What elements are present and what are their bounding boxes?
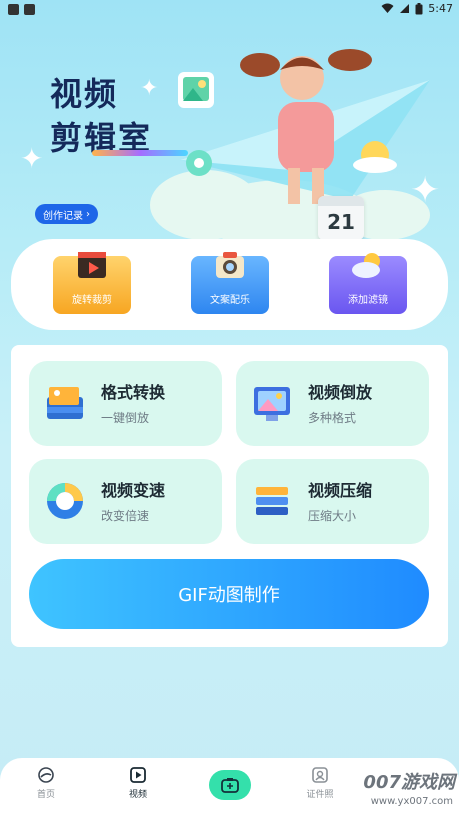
gif-maker-button[interactable]: GIF动图制作 (29, 559, 429, 629)
hero-banner[interactable]: ✦ ✦ ✦ 视频 剪辑室 创作记录 › 21 (0, 20, 459, 240)
watermark-url: www.yx007.com (370, 796, 453, 807)
quick-action-text-music[interactable]: 文案配乐 (191, 252, 269, 314)
home-icon (38, 767, 54, 783)
quick-action-label: 添加滤镜 (348, 295, 388, 306)
quick-action-label: 旋转裁剪 (72, 295, 112, 306)
tab-home[interactable]: 首页 (16, 766, 76, 800)
status-bar: 5:47 (0, 0, 459, 20)
notification-icon (8, 4, 19, 15)
tool-subtitle: 压缩大小 (308, 509, 357, 523)
tool-title: 视频倒放 (308, 383, 373, 402)
signal-icon (400, 4, 410, 13)
tool-video-reverse[interactable]: 视频倒放 多种格式 (236, 361, 429, 446)
tool-subtitle: 改变倍速 (101, 509, 150, 523)
sparkle-icon: ✦ (20, 142, 44, 175)
banner-title-line-1: 视频 (50, 75, 119, 113)
banner-title: 视频 剪辑室 (50, 72, 152, 160)
tools-card: 格式转换 一键倒放 视频倒放 多种格式 视频变速 改变倍速 视频压缩 压缩大小 (11, 345, 448, 647)
image-reverse-icon (254, 387, 290, 421)
tab-video[interactable]: 视频 (108, 766, 168, 800)
notification-icon (24, 4, 35, 15)
video-play-icon (130, 767, 146, 783)
sparkle-icon: ✦ (410, 170, 441, 211)
tool-title: 视频压缩 (308, 481, 373, 500)
calendar-day: 21 (327, 210, 355, 234)
tab-video-label: 视频 (128, 790, 147, 800)
tool-subtitle: 多种格式 (308, 411, 357, 425)
title-underline (92, 150, 188, 156)
watermark-brand: 007游戏网 (363, 772, 455, 793)
speed-dial-icon (47, 483, 83, 519)
camera-plus-icon (221, 778, 239, 793)
format-convert-icon (47, 387, 83, 419)
tool-title: 格式转换 (101, 383, 166, 402)
chevron-right-icon: › (86, 208, 90, 220)
quick-action-add-filter[interactable]: 添加滤镜 (329, 253, 407, 314)
tab-id-photo[interactable]: 证件照 (290, 766, 350, 800)
calendar-illustration: 21 (318, 196, 364, 240)
character-illustration (240, 49, 372, 204)
weather-cloud-icon (352, 253, 380, 278)
film-clapper-icon (78, 252, 106, 278)
battery-icon (415, 2, 423, 14)
tool-title: 视频变速 (101, 481, 166, 500)
id-photo-icon (312, 767, 328, 783)
creation-record-button[interactable]: 创作记录 › (35, 204, 98, 224)
camera-icon (216, 252, 244, 278)
tool-video-compress[interactable]: 视频压缩 压缩大小 (236, 459, 429, 544)
photo-icon (178, 72, 214, 108)
compress-layers-icon (256, 487, 288, 515)
tool-subtitle: 一键倒放 (101, 411, 150, 425)
tab-home-label: 首页 (36, 790, 55, 800)
wifi-icon (381, 3, 394, 13)
status-time: 5:47 (428, 2, 453, 15)
quick-actions-card: 旋转裁剪 文案配乐 添加滤镜 (11, 239, 448, 330)
creation-record-label: 创作记录 (43, 210, 83, 222)
quick-action-label: 文案配乐 (210, 295, 250, 306)
camera-button[interactable] (209, 770, 251, 800)
tool-format-convert[interactable]: 格式转换 一键倒放 (29, 361, 222, 446)
quick-action-rotate-crop[interactable]: 旋转裁剪 (53, 252, 131, 314)
tool-video-speed[interactable]: 视频变速 改变倍速 (29, 459, 222, 544)
tab-id-photo-label: 证件照 (306, 790, 334, 800)
